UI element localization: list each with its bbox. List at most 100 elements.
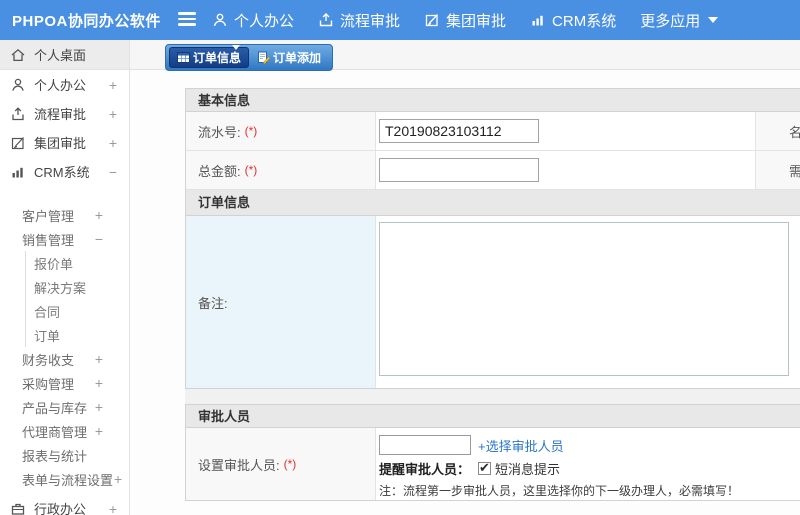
section-header-basic-info: 基本信息 — [186, 89, 800, 112]
user-icon — [10, 77, 26, 93]
chart-icon — [10, 164, 26, 180]
sidebar-item-label: 个人办公 — [34, 78, 87, 93]
sidebar-item-product-inventory[interactable]: 产品与库存 + — [0, 395, 129, 419]
sidebar-item-label: 销售管理 — [22, 232, 75, 248]
app-window: PHPOA协同办公软件 个人办公 流程审批 集团审批 CRM系统 更多应用 个人… — [0, 0, 800, 515]
tab-strip: 订单信息 订单添加 — [130, 40, 800, 71]
clipped-label-text: 名 — [789, 124, 800, 140]
sidebar-item-personal-office[interactable]: 个人办公 + — [0, 70, 129, 99]
basic-info-table: 基本信息 流水号: (*) 名 总金额: — [185, 88, 800, 389]
sms-checkbox[interactable] — [478, 460, 492, 476]
sidebar-item-agent-mgmt[interactable]: 代理商管理 + — [0, 419, 129, 443]
clipped-col2-label-row1: 名 — [756, 112, 800, 150]
edit-icon — [424, 12, 440, 28]
tab-label: 订单信息 — [193, 51, 242, 65]
nav-group-approval[interactable]: 集团审批 — [424, 10, 506, 31]
tab-group: 订单信息 订单添加 — [165, 44, 334, 71]
remind-approver-label: 提醒审批人员： — [379, 462, 471, 477]
approver-row: 设置审批人员: (*) +选择审批人员 提醒审批人员： 短消息提示 — [186, 428, 800, 500]
sidebar-item-label: 解决方案 — [34, 280, 87, 296]
sidebar-item-label: 报表与统计 — [22, 448, 88, 464]
sidebar-item-purchase[interactable]: 采购管理 + — [0, 371, 129, 395]
expand-plus-icon[interactable]: + — [109, 135, 117, 151]
sidebar-item-label: 个人桌面 — [34, 48, 87, 63]
nav-process-approval[interactable]: 流程审批 — [318, 10, 400, 31]
process-icon — [318, 12, 334, 28]
approver-label: 设置审批人员: — [198, 457, 280, 473]
nav-crm-system[interactable]: CRM系统 — [530, 10, 616, 31]
sidebar-item-sales-mgmt[interactable]: 销售管理 − — [0, 227, 129, 251]
approver-input[interactable] — [379, 435, 471, 455]
approver-label-cell: 设置审批人员: (*) — [186, 428, 376, 500]
expand-plus-icon[interactable]: + — [95, 423, 103, 439]
remark-row: 备注: — [186, 216, 800, 388]
expand-plus-icon[interactable]: + — [109, 77, 117, 93]
sidebar-item-form-process-settings[interactable]: 表单与流程设置 + — [0, 467, 129, 491]
edit-icon — [10, 135, 26, 151]
nav-label: 流程审批 — [340, 12, 401, 30]
nav-label: CRM系统 — [552, 12, 617, 30]
sidebar-item-process-approval[interactable]: 流程审批 + — [0, 99, 129, 128]
serial-number-value-cell — [376, 112, 756, 150]
collapse-minus-icon[interactable]: − — [95, 231, 103, 247]
sidebar-item-crm-system[interactable]: CRM系统 − — [0, 157, 129, 186]
sidebar-item-order[interactable]: 订单 — [26, 323, 129, 347]
approver-note: 注：流程第一步审批人员，这里选择你的下一级办理人，必需填写！ — [379, 484, 740, 498]
remark-value-cell — [376, 216, 800, 388]
sidebar-item-group-approval[interactable]: 集团审批 + — [0, 128, 129, 157]
sidebar-item-reports-stats[interactable]: 报表与统计 — [0, 443, 129, 467]
expand-plus-icon[interactable]: + — [95, 351, 103, 367]
required-marker: (*) — [244, 163, 258, 177]
approver-table: 审批人员 设置审批人员: (*) +选择审批人员 提醒审批人员： ✔ 短消息提示… — [185, 404, 800, 501]
total-amount-row: 总金额: (*) 需 — [186, 151, 800, 190]
serial-number-label: 流水号: — [198, 124, 241, 140]
process-icon — [10, 106, 26, 122]
chart-icon — [530, 12, 546, 28]
hamburger-menu-icon[interactable] — [178, 12, 196, 28]
serial-number-input[interactable] — [379, 119, 539, 143]
tab-order-info[interactable]: 订单信息 — [169, 47, 250, 68]
total-amount-value-cell — [376, 151, 756, 189]
expand-plus-icon[interactable]: + — [95, 207, 103, 223]
sidebar-item-label: 表单与流程设置 — [22, 472, 114, 488]
expand-plus-icon[interactable]: + — [95, 399, 103, 415]
top-navigation: 个人办公 流程审批 集团审批 CRM系统 更多应用 — [212, 0, 719, 40]
expand-plus-icon[interactable]: + — [114, 471, 122, 487]
sidebar-submenu-sales: 报价单 解决方案 合同 订单 — [25, 251, 129, 347]
tab-label: 订单添加 — [273, 51, 322, 65]
sidebar-item-label: 产品与库存 — [22, 400, 88, 416]
remark-label: 备注: — [198, 295, 228, 311]
total-amount-label: 总金额: — [198, 163, 241, 179]
sms-label: 短消息提示 — [495, 462, 561, 477]
sidebar-item-finance[interactable]: 财务收支 + — [0, 347, 129, 371]
order-form: 基本信息 流水号: (*) 名 总金额: — [185, 88, 800, 501]
expand-plus-icon[interactable]: + — [109, 501, 117, 515]
section-header-order-info: 订单信息 — [186, 190, 800, 216]
choose-approver-link[interactable]: +选择审批人员 — [478, 436, 564, 455]
nav-personal-office[interactable]: 个人办公 — [212, 10, 294, 31]
sidebar-item-customer-mgmt[interactable]: 客户管理 + — [0, 203, 129, 227]
tab-notch — [232, 45, 240, 50]
collapse-minus-icon[interactable]: − — [109, 164, 117, 180]
user-icon — [212, 12, 228, 28]
expand-plus-icon[interactable]: + — [109, 106, 117, 122]
nav-more-apps[interactable]: 更多应用 — [640, 10, 719, 31]
sidebar-item-admin-office[interactable]: 行政办公 + — [0, 494, 129, 515]
serial-number-row: 流水号: (*) 名 — [186, 112, 800, 151]
sidebar-item-contract[interactable]: 合同 — [26, 299, 129, 323]
total-amount-input[interactable] — [379, 158, 539, 182]
remark-textarea[interactable] — [379, 222, 789, 376]
sidebar-item-solution[interactable]: 解决方案 — [26, 275, 129, 299]
tab-order-add[interactable]: 订单添加 — [249, 47, 329, 68]
main-content: 订单信息 订单添加 基本信息 流水号: (*) T20190823103112 … — [130, 40, 800, 515]
sidebar-item-quotation[interactable]: 报价单 — [26, 251, 129, 275]
expand-plus-icon[interactable]: + — [95, 375, 103, 391]
sidebar-item-label: 集团审批 — [34, 136, 87, 151]
sidebar: 个人桌面 个人办公 + 流程审批 + 集团审批 + CRM系统 − 客户管理 +… — [0, 40, 130, 515]
sidebar-item-personal-desktop[interactable]: 个人桌面 — [0, 40, 129, 70]
nav-label: 更多应用 — [640, 12, 701, 30]
briefcase-icon — [10, 501, 26, 515]
sidebar-item-label: 客户管理 — [22, 208, 75, 224]
sidebar-item-label: 流程审批 — [34, 107, 87, 122]
sidebar-item-label: 报价单 — [34, 256, 74, 272]
